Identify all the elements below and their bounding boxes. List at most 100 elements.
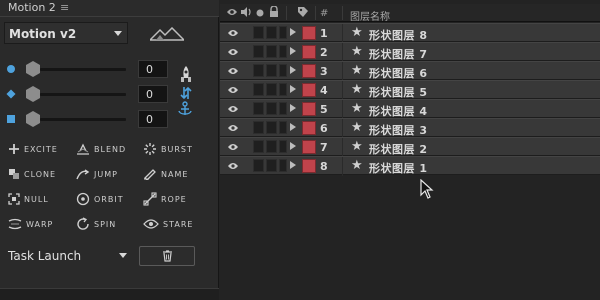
expand-triangle-icon[interactable] <box>290 161 296 169</box>
solo-switch[interactable] <box>266 83 277 96</box>
audio-switch[interactable] <box>253 45 264 58</box>
expand-triangle-icon[interactable] <box>290 85 296 93</box>
rope-button[interactable]: ROPE <box>143 191 187 207</box>
layer-number: 4 <box>320 84 328 97</box>
clone-button[interactable]: CLONE <box>8 166 56 182</box>
layer-name[interactable]: 形状图层 6 <box>369 65 427 81</box>
table-row[interactable]: 1 ★ 形状图层 8 <box>220 23 600 43</box>
lock-switch[interactable] <box>279 102 287 115</box>
hexagon-icon[interactable] <box>26 111 40 127</box>
anchor-icon[interactable] <box>178 101 192 117</box>
table-row[interactable]: 8 ★ 形状图层 1 <box>220 156 600 176</box>
delete-button[interactable] <box>139 246 195 266</box>
solo-switch[interactable] <box>266 64 277 77</box>
eye-icon[interactable] <box>227 48 239 56</box>
eye-icon[interactable] <box>226 6 238 18</box>
expand-triangle-icon[interactable] <box>290 47 296 55</box>
expand-triangle-icon[interactable] <box>290 142 296 150</box>
table-row[interactable]: 5 ★ 形状图层 4 <box>220 99 600 119</box>
solo-switch[interactable] <box>266 159 277 172</box>
table-row[interactable]: 2 ★ 形状图层 7 <box>220 42 600 62</box>
label-color-swatch[interactable] <box>302 64 316 78</box>
audio-switch[interactable] <box>253 26 264 39</box>
layer-name[interactable]: 形状图层 8 <box>369 27 427 43</box>
eye-icon[interactable] <box>227 67 239 75</box>
stare-button[interactable]: STARE <box>143 216 193 232</box>
hexagon-icon[interactable] <box>26 86 40 102</box>
audio-switch[interactable] <box>253 102 264 115</box>
audio-switch[interactable] <box>253 159 264 172</box>
layer-name[interactable]: 形状图层 2 <box>369 141 427 157</box>
solo-switch[interactable] <box>266 26 277 39</box>
audio-switch[interactable] <box>253 121 264 134</box>
slider-value-1[interactable]: 0 <box>138 60 168 78</box>
jump-button[interactable]: JUMP <box>76 166 118 182</box>
slider-track[interactable] <box>40 118 126 121</box>
spin-button[interactable]: SPIN <box>76 216 116 232</box>
audio-switch[interactable] <box>253 83 264 96</box>
solo-switch[interactable] <box>266 45 277 58</box>
lock-switch[interactable] <box>279 140 287 153</box>
lock-switch[interactable] <box>279 64 287 77</box>
eye-icon[interactable] <box>227 29 239 37</box>
hamburger-icon[interactable]: ≡ <box>60 1 69 14</box>
label-color-swatch[interactable] <box>302 121 316 135</box>
panel-tab[interactable]: Motion 2 ≡ <box>0 0 219 17</box>
layer-name[interactable]: 形状图层 4 <box>369 103 427 119</box>
warp-button[interactable]: WARP <box>8 216 53 232</box>
lock-switch[interactable] <box>279 159 287 172</box>
swap-icon[interactable] <box>180 86 192 100</box>
label-color-swatch[interactable] <box>302 83 316 97</box>
audio-icon[interactable] <box>240 6 252 18</box>
label-color-swatch[interactable] <box>302 45 316 59</box>
mountain-icon[interactable] <box>150 27 184 41</box>
solo-switch[interactable] <box>266 102 277 115</box>
orbit-button[interactable]: ORBIT <box>76 191 124 207</box>
blend-button[interactable]: BLEND <box>76 141 126 157</box>
lock-switch[interactable] <box>279 121 287 134</box>
label-color-swatch[interactable] <box>302 159 316 173</box>
audio-switch[interactable] <box>253 140 264 153</box>
layer-name[interactable]: 形状图层 3 <box>369 122 427 138</box>
burst-button[interactable]: BURST <box>143 141 193 157</box>
preset-dropdown[interactable]: Motion v2 <box>4 22 128 44</box>
slider-value-2[interactable]: 0 <box>138 85 168 103</box>
eye-icon[interactable] <box>227 143 239 151</box>
lock-switch[interactable] <box>279 26 287 39</box>
slider-value-3[interactable]: 0 <box>138 110 168 128</box>
layer-name[interactable]: 形状图层 5 <box>369 84 427 100</box>
table-row[interactable]: 6 ★ 形状图层 3 <box>220 118 600 138</box>
expand-triangle-icon[interactable] <box>290 66 296 74</box>
label-color-swatch[interactable] <box>302 26 316 40</box>
lock-switch[interactable] <box>279 45 287 58</box>
slider-track[interactable] <box>40 68 126 71</box>
excite-button[interactable]: EXCITE <box>8 141 58 157</box>
expand-triangle-icon[interactable] <box>290 104 296 112</box>
eye-icon[interactable] <box>227 124 239 132</box>
expand-triangle-icon[interactable] <box>290 123 296 131</box>
label-icon[interactable] <box>297 6 309 18</box>
table-row[interactable]: 3 ★ 形状图层 6 <box>220 61 600 81</box>
solo-switch[interactable] <box>266 121 277 134</box>
eye-icon[interactable] <box>227 86 239 94</box>
slider-track[interactable] <box>40 93 126 96</box>
lock-switch[interactable] <box>279 83 287 96</box>
table-row[interactable]: 7 ★ 形状图层 2 <box>220 137 600 157</box>
hexagon-icon[interactable] <box>26 61 40 77</box>
task-dropdown[interactable]: Task Launch <box>4 245 132 267</box>
expand-triangle-icon[interactable] <box>290 28 296 36</box>
eye-icon[interactable] <box>227 162 239 170</box>
eye-icon[interactable] <box>227 105 239 113</box>
table-row[interactable]: 4 ★ 形状图层 5 <box>220 80 600 100</box>
layer-name[interactable]: 形状图层 1 <box>369 160 427 176</box>
audio-switch[interactable] <box>253 64 264 77</box>
label-color-swatch[interactable] <box>302 102 316 116</box>
rocket-icon[interactable] <box>180 66 192 84</box>
solo-icon[interactable] <box>256 9 264 17</box>
name-button[interactable]: NAME <box>143 166 188 182</box>
lock-icon[interactable] <box>269 6 279 18</box>
label-color-swatch[interactable] <box>302 140 316 154</box>
layer-name[interactable]: 形状图层 7 <box>369 46 427 62</box>
solo-switch[interactable] <box>266 140 277 153</box>
null-button[interactable]: NULL <box>8 191 49 207</box>
